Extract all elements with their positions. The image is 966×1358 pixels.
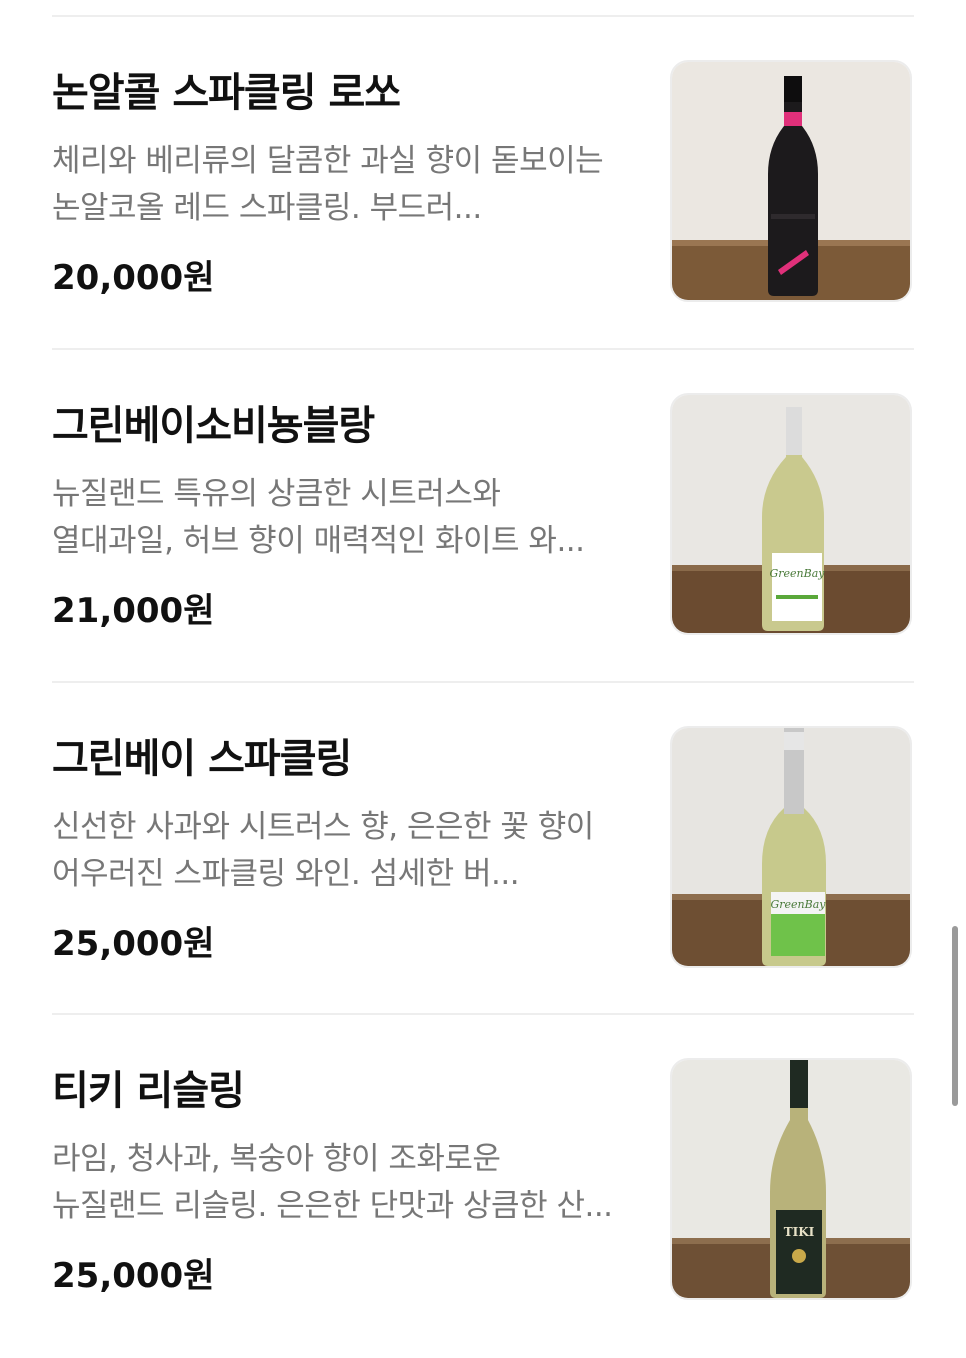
menu-item-description: 신선한 사과와 시트러스 향, 은은한 꽃 향이 어우러진 스파클링 와인. 섬… [52, 809, 594, 892]
wine-bottle-icon[interactable]: GreenBay [670, 726, 912, 968]
item-divider [52, 348, 914, 350]
menu-item-price: 21,000원 [52, 591, 215, 631]
menu-item-greenbay-sparkling[interactable]: 그린베이 스파클링 신선한 사과와 시트러스 향, 은은한 꽃 향이 어우러진 … [52, 726, 914, 1026]
menu-item-price: 20,000원 [52, 258, 215, 298]
menu-item-greenbay-sauvignon-blanc[interactable]: 그린베이소비뇽블랑 뉴질랜드 특유의 상큼한 시트러스와 열대과일, 허브 향이… [52, 393, 914, 693]
item-divider [52, 1013, 914, 1015]
menu-item-name: 그린베이 스파클링 [52, 736, 352, 782]
menu-item-name: 논알콜 스파클링 로쏘 [52, 70, 401, 116]
menu-item-sparkling-rosso[interactable]: 논알콜 스파클링 로쏘 체리와 베리류의 달콤한 과실 향이 돋보이는 논알코올… [52, 60, 914, 360]
item-divider [52, 681, 914, 683]
menu-item-description: 뉴질랜드 특유의 상큼한 시트러스와 열대과일, 허브 향이 매력적인 화이트 … [52, 476, 585, 559]
menu-item-description: 라임, 청사과, 복숭아 향이 조화로운 뉴질랜드 리슬링. 은은한 단맛과 상… [52, 1141, 613, 1224]
menu-item-price: 25,000원 [52, 924, 215, 964]
wine-bottle-photo-svg: TIKI [672, 1060, 910, 1298]
wine-bottle-icon[interactable]: TIKI [670, 1058, 912, 1300]
wine-bottle-photo-svg: GreenBay [672, 395, 910, 633]
svg-text:GreenBay: GreenBay [770, 898, 826, 911]
wine-bottle-photo-svg [672, 62, 910, 300]
menu-item-name: 그린베이소비뇽블랑 [52, 403, 375, 449]
wine-bottle-icon[interactable]: GreenBay [670, 393, 912, 635]
menu-item-name: 티키 리슬링 [52, 1068, 245, 1114]
svg-text:TIKI: TIKI [784, 1225, 815, 1239]
svg-text:GreenBay: GreenBay [769, 567, 825, 580]
menu-item-tiki-riesling[interactable]: 티키 리슬링 라임, 청사과, 복숭아 향이 조화로운 뉴질랜드 리슬링. 은은… [52, 1058, 914, 1358]
top-divider [52, 15, 914, 17]
scrollbar[interactable] [952, 926, 958, 1106]
wine-bottle-icon[interactable] [670, 60, 912, 302]
wine-bottle-photo-svg: GreenBay [672, 728, 910, 966]
menu-item-price: 25,000원 [52, 1256, 215, 1296]
menu-item-description: 체리와 베리류의 달콤한 과실 향이 돋보이는 논알코올 레드 스파클링. 부드… [52, 143, 604, 226]
